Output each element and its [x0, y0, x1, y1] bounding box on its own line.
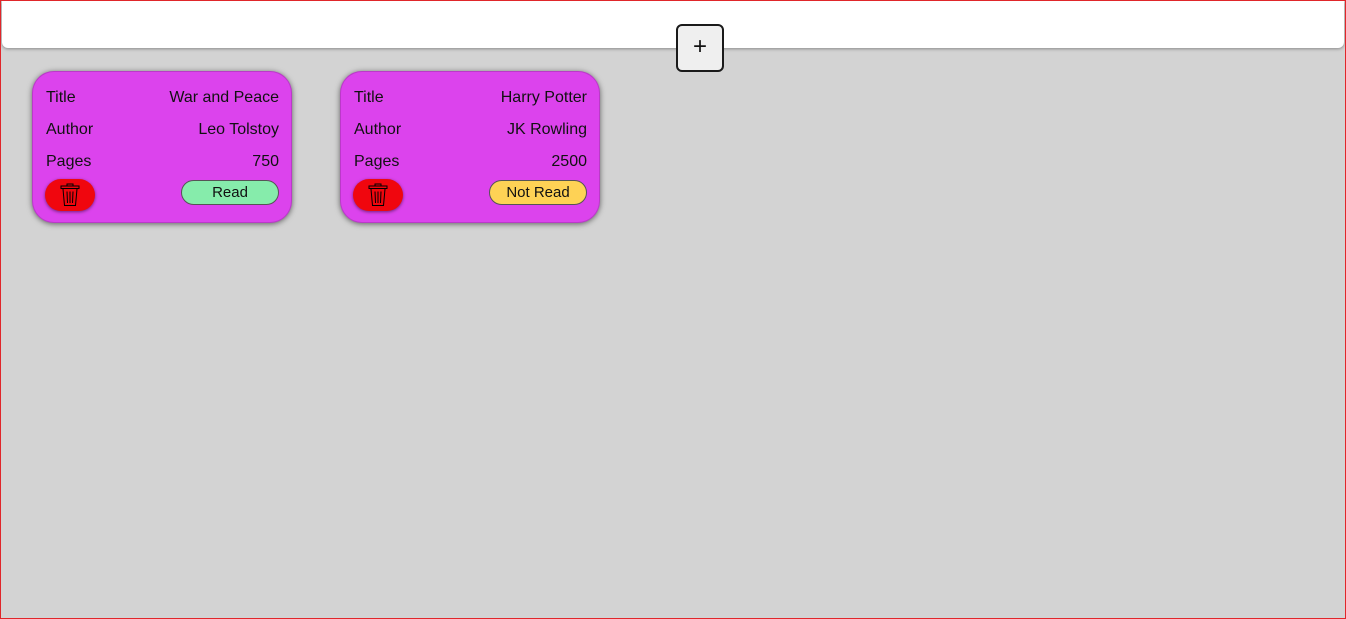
- read-status-toggle[interactable]: Read: [181, 180, 279, 205]
- add-book-button[interactable]: +: [676, 24, 724, 72]
- author-value: JK Rowling: [506, 121, 587, 138]
- pages-value: 2500: [551, 153, 587, 170]
- read-status-toggle[interactable]: Not Read: [489, 180, 587, 205]
- card-actions: Not Read: [353, 179, 587, 211]
- book-card: Title War and Peace Author Leo Tolstoy P…: [32, 71, 292, 223]
- delete-book-button[interactable]: [353, 179, 403, 211]
- pages-label: Pages: [46, 153, 92, 170]
- author-label: Author: [46, 121, 94, 138]
- book-list: Title War and Peace Author Leo Tolstoy P…: [32, 71, 600, 223]
- title-row: Title War and Peace: [46, 82, 279, 114]
- pages-row: Pages 2500: [354, 146, 587, 178]
- delete-book-button[interactable]: [45, 179, 95, 211]
- title-value: Harry Potter: [500, 89, 587, 106]
- author-row: Author JK Rowling: [354, 114, 587, 146]
- title-value: War and Peace: [169, 89, 279, 106]
- pages-label: Pages: [354, 153, 400, 170]
- title-label: Title: [46, 89, 76, 106]
- author-row: Author Leo Tolstoy: [46, 114, 279, 146]
- book-card: Title Harry Potter Author JK Rowling Pag…: [340, 71, 600, 223]
- pages-value: 750: [252, 153, 279, 170]
- card-actions: Read: [45, 179, 279, 211]
- trash-icon: [368, 183, 388, 206]
- title-row: Title Harry Potter: [354, 82, 587, 114]
- trash-icon: [60, 183, 80, 206]
- header-bar: [2, 1, 1344, 48]
- title-label: Title: [354, 89, 384, 106]
- pages-row: Pages 750: [46, 146, 279, 178]
- author-value: Leo Tolstoy: [198, 121, 279, 138]
- author-label: Author: [354, 121, 402, 138]
